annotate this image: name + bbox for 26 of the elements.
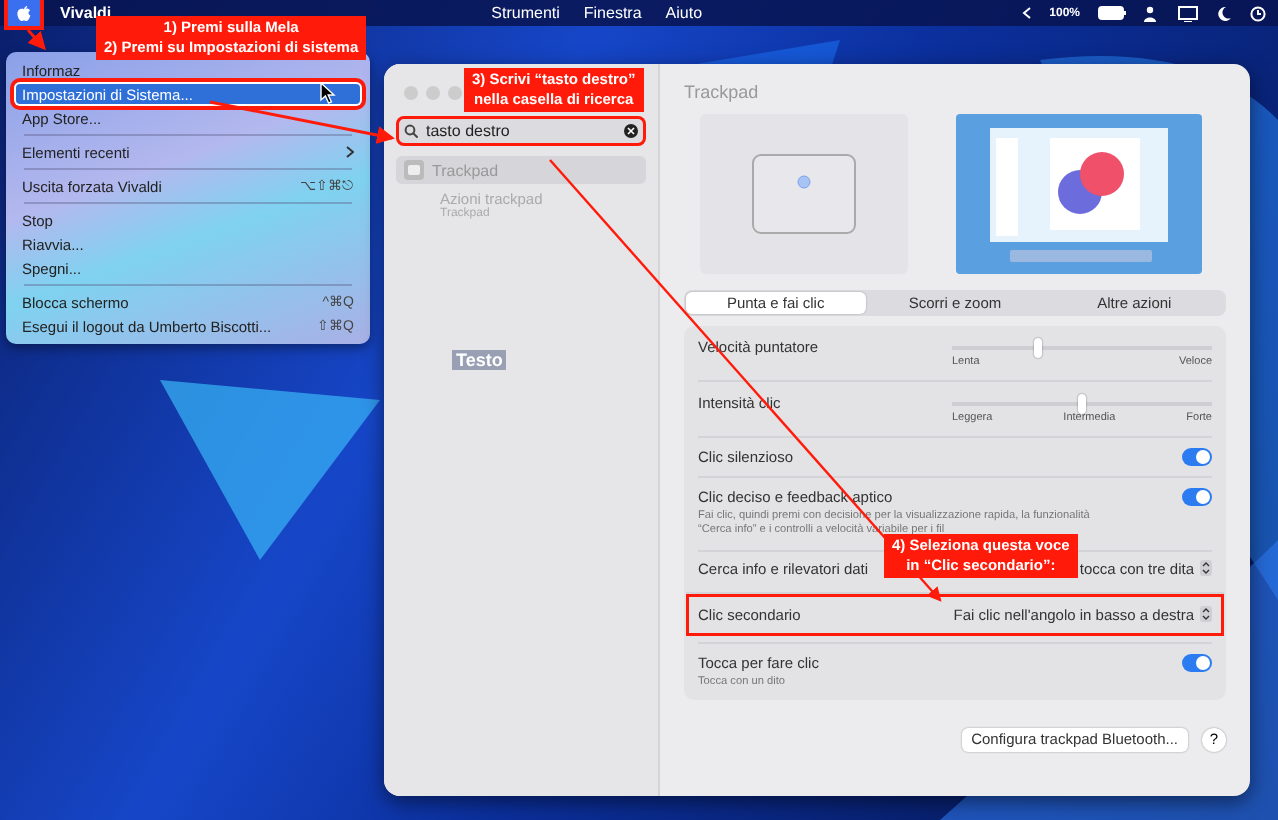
chevron-right-icon: [346, 146, 354, 158]
apple-logo-icon[interactable]: [8, 0, 40, 26]
text-label: Testo: [452, 350, 507, 370]
clear-icon[interactable]: [624, 124, 638, 138]
display-icon[interactable]: [1178, 5, 1198, 21]
menu-item[interactable]: Aiuto: [665, 4, 703, 22]
clock-icon[interactable]: [1250, 5, 1266, 21]
toggle-switch[interactable]: [1182, 488, 1212, 506]
moon-icon[interactable]: [1216, 5, 1232, 21]
chevron-updown-icon: [1200, 606, 1212, 623]
pointer-icon: [320, 82, 336, 104]
menu-item[interactable]: Strumenti: [491, 4, 560, 22]
arrow: [26, 29, 46, 51]
battery-icon[interactable]: [1098, 6, 1126, 20]
chevron-updown-icon: [1200, 560, 1212, 577]
slider-thumb[interactable]: [1033, 338, 1042, 358]
trackpad-icon: [404, 160, 424, 180]
search-input[interactable]: tasto destro: [426, 122, 616, 140]
menu-item[interactable]: Finestra: [583, 4, 642, 22]
chevron-left-icon[interactable]: [1021, 6, 1032, 20]
search-bar[interactable]: tasto destro: [396, 116, 646, 146]
search-icon: [404, 124, 418, 138]
toggle-switch[interactable]: [1182, 448, 1212, 466]
toggle-switch[interactable]: [1182, 653, 1212, 672]
window-title: Trackpad: [684, 82, 761, 102]
person-icon[interactable]: [1144, 5, 1160, 21]
